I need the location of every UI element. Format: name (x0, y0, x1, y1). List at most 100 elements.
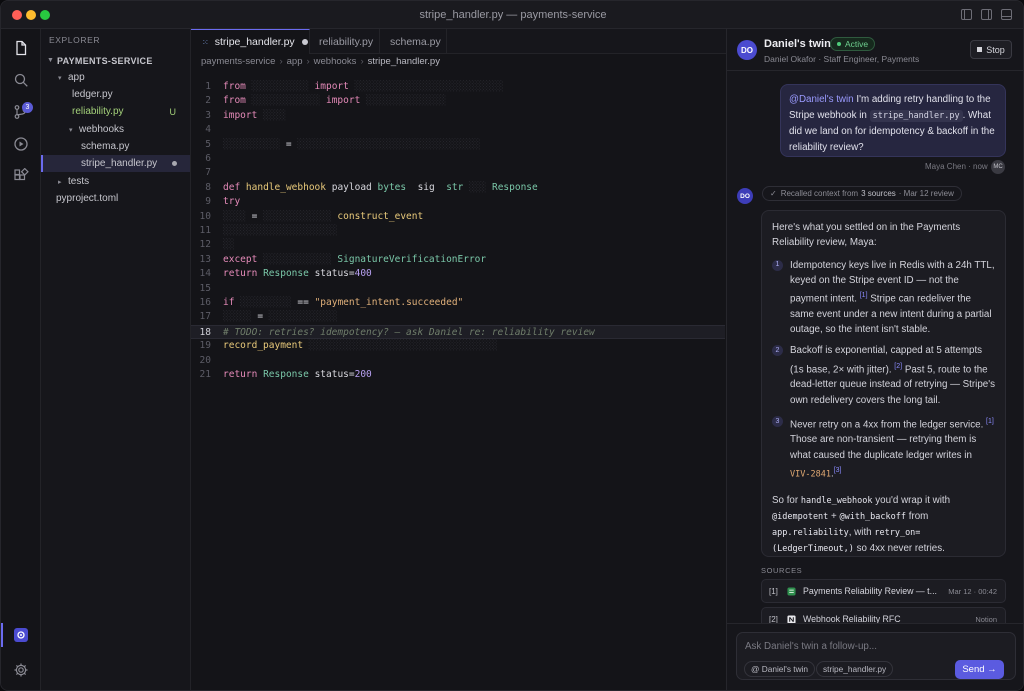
run-debug-icon[interactable] (12, 135, 30, 153)
toggle-panel-icon[interactable] (981, 9, 992, 20)
code-line: 11 ░░░░░░░░░░░░░░░░░░░░ (199, 225, 338, 236)
tree-folder-app[interactable]: ▾ app (41, 69, 190, 86)
stop-button[interactable]: Stop (970, 40, 1012, 59)
code-line: 6 (205, 153, 211, 164)
panel-subtitle: Daniel Okafor · Staff Engineer, Payments (764, 54, 920, 64)
citation-link[interactable]: [2] (894, 363, 902, 370)
code-line: 3 import ░░░░ (205, 109, 286, 121)
code-line: 16 if ░░░░░░░░░ == "payment_intent.succee… (199, 297, 464, 308)
item-number: 2 (772, 345, 783, 357)
unsaved-dot-icon (301, 39, 308, 45)
sources-header: SOURCES (761, 566, 803, 575)
answer-item: 1 Idempotency keys live in Redis with a … (772, 258, 995, 338)
doc-icon (787, 586, 796, 596)
modified-dot-icon (172, 161, 177, 166)
extensions-icon[interactable] (12, 167, 30, 185)
tree-root[interactable]: ▼ PAYMENTS-SERVICE (41, 52, 190, 69)
explorer-header: EXPLORER (49, 35, 101, 45)
code-editor[interactable]: 1 from ░░░░░░░░░░ import ░░░░░░░░░░░░░░░░… (191, 80, 726, 680)
breadcrumb-item[interactable]: app (287, 56, 303, 67)
recalled-context-chip[interactable]: ✓ Recalled context from 3 sources · Mar 12… (762, 186, 962, 201)
code-line: 8 def handle_webhook payload bytes sig st… (205, 181, 538, 193)
twin-answer: Here's what you settled on in the Paymen… (761, 210, 1006, 557)
window-title: stripe_handler.py — payments-service (419, 9, 607, 21)
breadcrumb: payments-service › app › webhooks › stripe_han… (201, 56, 440, 67)
code-line: 10 ░░░░ = ░░░░░░░░░░░░ construct_event (199, 210, 424, 222)
active-indicator (1, 623, 3, 647)
toggle-bottom-panel-icon[interactable] (1001, 9, 1012, 20)
stop-icon (977, 47, 983, 52)
user-avatar: MC (991, 160, 1005, 174)
tree-folder-tests[interactable]: ▸ tests (41, 173, 190, 190)
tab-stripe-handler[interactable]: ⁙ stripe_handler.py (191, 29, 310, 54)
code-line: 4 (205, 124, 211, 136)
send-button[interactable]: Send → (955, 660, 1004, 679)
code-line: 9 try (205, 196, 241, 208)
tree-file-reliability[interactable]: reliability.py U (41, 103, 190, 120)
scm-badge: 3 (22, 102, 33, 113)
breadcrumb-item[interactable]: stripe_handler.py (368, 56, 440, 67)
code-line: 13 except ░░░░░░░░░░░░ SignatureVerificat… (199, 253, 487, 265)
toggle-sidebar-icon[interactable] (961, 9, 972, 20)
status-dot-icon (837, 42, 841, 46)
app-window: stripe_handler.py — payments-service 3 E… (0, 0, 1024, 691)
citation-link[interactable]: [1] (986, 418, 994, 425)
citation-link[interactable]: [3] (834, 467, 842, 474)
follow-up-input[interactable]: Ask Daniel's twin a follow-up... @ Danie… (736, 632, 1016, 680)
tree-file-schema[interactable]: schema.py (41, 138, 190, 155)
composer: Ask Daniel's twin a follow-up... @ Danie… (727, 623, 1023, 690)
avatar: DO (737, 40, 757, 60)
status-badge: Active (830, 37, 876, 51)
title-bar: stripe_handler.py — payments-service (1, 1, 1023, 29)
code-line: 21 return Response status=200 (199, 369, 372, 380)
breadcrumb-item[interactable]: payments-service (201, 56, 275, 67)
panel-title: Daniel's twin (764, 38, 831, 50)
item-number: 1 (772, 259, 783, 271)
check-icon: ✓ (770, 189, 777, 198)
chevron-right-icon: ▸ (58, 178, 62, 186)
python-file-icon: ⁙ (202, 37, 209, 47)
input-placeholder: Ask Daniel's twin a follow-up... (745, 641, 878, 652)
search-icon[interactable] (12, 71, 30, 89)
answer-item: 2 Backoff is exponential, capped at 5 at… (772, 343, 995, 407)
inline-code: stripe_handler.py (869, 109, 963, 122)
message-meta: Maya Chen · now (925, 162, 988, 171)
activity-bar: 3 (1, 29, 41, 690)
answer-outro: So for handle_webhook you'd wrap it with… (772, 494, 951, 555)
code-line: 7 (205, 167, 211, 179)
code-line: 20 (199, 354, 211, 366)
code-line: 2 from ░░░░░░░░░░░░ import ░░░░░░░░░░░░░░ (205, 95, 447, 107)
answer-intro: Here's what you settled on in the Paymen… (772, 222, 961, 249)
code-line: 12 ░░ (199, 239, 235, 251)
editor-tabs: ⁙ stripe_handler.py reliability.py schem… (191, 29, 726, 54)
code-line: 17 ░░░░░ = ░░░░░░░░░░░░ (199, 311, 338, 323)
twin-avatar: DO (737, 188, 753, 204)
tree-file-stripe-handler[interactable]: stripe_handler.py (41, 155, 190, 172)
code-line: 19 record_payment ░░░░░░░░░░░░░░░░░░░░░░░… (199, 340, 498, 352)
settings-gear-icon[interactable] (12, 661, 30, 679)
tree-file-pyproject[interactable]: pyproject.toml (41, 190, 190, 207)
untracked-badge: U (169, 106, 177, 117)
twin-icon[interactable] (12, 626, 30, 644)
mention[interactable]: @Daniel's twin (789, 94, 854, 105)
mention-chip[interactable]: @ Daniel's twin (744, 661, 816, 677)
chevron-down-icon: ▾ (58, 74, 62, 82)
tab-reliability[interactable]: reliability.py (310, 29, 380, 54)
code-line: 1 from ░░░░░░░░░░ import ░░░░░░░░░░░░░░░░… (205, 81, 504, 92)
code-line-current: 18 # TODO: retries? idempotency? — ask Da… (191, 324, 725, 340)
ticket-link[interactable]: VIV-2841 (790, 469, 831, 479)
citation-link[interactable]: [1] (860, 292, 868, 299)
code-line: 5 ░░░░░░░░░░ = ░░░░░░░░░░░░░░░░░░░░░░░░░░… (205, 138, 481, 150)
tree-file-ledger[interactable]: ledger.py (41, 86, 190, 103)
item-number: 3 (772, 415, 783, 427)
file-context-chip[interactable]: stripe_handler.py (816, 661, 894, 677)
files-icon[interactable] (12, 39, 30, 57)
breadcrumb-item[interactable]: webhooks (314, 56, 357, 67)
code-line: 15 (199, 282, 211, 294)
source-item[interactable]: [1] Payments Reliability Review — t... M… (761, 579, 1006, 603)
twin-chat-panel: DO Daniel's twin Active Daniel Okafor · … (726, 29, 1023, 690)
divider (727, 70, 1023, 71)
tree-folder-webhooks[interactable]: ▾ webhooks (41, 121, 190, 138)
explorer-panel: EXPLORER ▼ PAYMENTS-SERVICE ▾ app ledger… (41, 29, 191, 690)
tab-schema[interactable]: schema.py (380, 29, 447, 54)
